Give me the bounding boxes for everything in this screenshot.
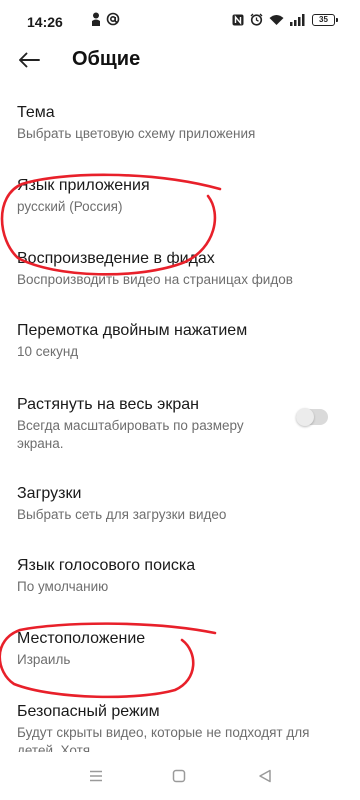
setting-title: Безопасный режим — [17, 703, 160, 720]
setting-downloads[interactable]: Загрузки Выбрать сеть для загрузки видео — [17, 484, 337, 524]
setting-title: Язык приложения — [17, 177, 150, 194]
setting-subtitle: 10 секунд — [17, 344, 79, 359]
at-sign-icon — [106, 12, 120, 26]
back-button[interactable] — [14, 48, 44, 72]
app-header: Общие — [0, 44, 360, 80]
status-bar: 14:26 35 — [0, 0, 360, 44]
settings-screen: 14:26 35 Общие Тема Выбрать цветовую схе… — [0, 0, 360, 800]
wifi-icon — [269, 14, 284, 25]
setting-subtitle: Всегда масштабировать по размеру экрана. — [17, 418, 244, 451]
status-right-icons: 35 — [232, 13, 338, 26]
back-triangle-icon — [259, 769, 271, 783]
status-time: 14:26 — [27, 14, 63, 30]
navigation-bar — [0, 752, 360, 800]
page-title: Общие — [72, 48, 141, 70]
setting-title: Загрузки — [17, 485, 82, 502]
setting-title: Воспроизведение в фидах — [17, 250, 215, 267]
battery-icon: 35 — [312, 13, 338, 26]
home-button[interactable] — [167, 766, 191, 786]
setting-title: Растянуть на весь экран — [17, 396, 199, 413]
nfc-icon — [232, 14, 244, 25]
setting-subtitle: Израиль — [17, 652, 71, 667]
setting-subtitle: Выбрать цветовую схему приложения — [17, 126, 256, 141]
nav-back-button[interactable] — [253, 766, 277, 786]
person-icon — [92, 12, 100, 26]
setting-title: Перемотка двойным нажатием — [17, 322, 248, 339]
back-arrow-icon — [19, 52, 40, 68]
toggle-knob — [296, 408, 314, 426]
setting-voice-search-language[interactable]: Язык голосового поиска По умолчанию — [17, 556, 337, 596]
setting-zoom-to-fill[interactable]: Растянуть на весь экран Всегда масштабир… — [17, 395, 279, 453]
setting-subtitle: русский (Россия) — [17, 199, 123, 214]
signal-icon — [290, 13, 305, 26]
setting-app-language[interactable]: Язык приложения русский (Россия) — [17, 176, 337, 216]
setting-subtitle: Выбрать сеть для загрузки видео — [17, 507, 227, 522]
home-square-icon — [172, 769, 186, 783]
setting-title: Язык голосового поиска — [17, 557, 196, 574]
setting-theme[interactable]: Тема Выбрать цветовую схему приложения — [17, 103, 337, 143]
setting-double-tap-seek[interactable]: Перемотка двойным нажатием 10 секунд — [17, 321, 337, 361]
alarm-icon — [250, 13, 263, 26]
menu-button[interactable] — [84, 766, 108, 786]
setting-title: Тема — [17, 104, 55, 121]
status-left-icons — [91, 12, 120, 26]
zoom-to-fill-toggle[interactable] — [296, 408, 328, 426]
menu-icon — [90, 770, 102, 782]
setting-location[interactable]: Местоположение Израиль — [17, 629, 337, 669]
setting-subtitle: По умолчанию — [17, 579, 109, 594]
setting-title: Местоположение — [17, 630, 146, 647]
setting-subtitle: Воспроизводить видео на страницах фидов — [17, 272, 293, 287]
setting-feed-playback[interactable]: Воспроизведение в фидах Воспроизводить в… — [17, 249, 337, 289]
